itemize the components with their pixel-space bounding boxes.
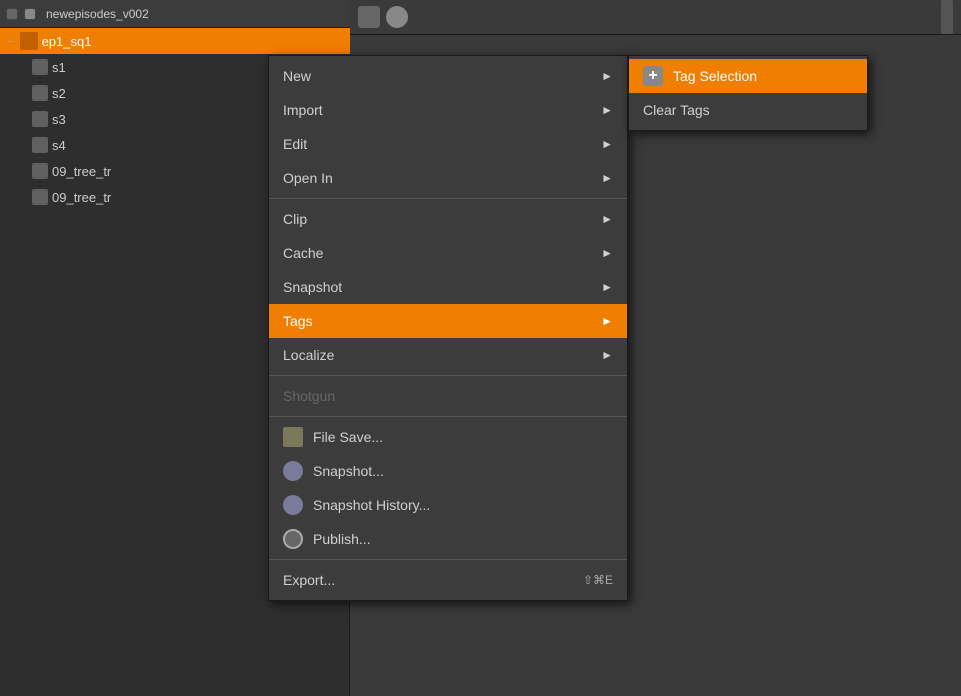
tree-item-label: s4 [52, 138, 66, 153]
item-icon [32, 59, 48, 75]
menu-arrow-import: ► [601, 103, 613, 117]
separator-1 [269, 198, 627, 199]
menu-item-openin-label: Open In [283, 170, 333, 186]
window-title: newepisodes_v002 [46, 7, 149, 21]
menu-arrow-openin: ► [601, 171, 613, 185]
snapshot-icon [283, 461, 303, 481]
scroll-indicator [941, 0, 953, 34]
menu-arrow-localize: ► [601, 348, 613, 362]
filesave-icon [283, 427, 303, 447]
menu-item-tags-label: Tags [283, 313, 313, 329]
window-icon [24, 8, 36, 20]
menu-arrow-edit: ► [601, 137, 613, 151]
title-bar: newepisodes_v002 [0, 0, 350, 28]
separator-4 [269, 559, 627, 560]
menu-item-snapshot2[interactable]: Snapshot... [269, 454, 627, 488]
menu-item-localize[interactable]: Localize ► [269, 338, 627, 372]
menu-arrow-cache: ► [601, 246, 613, 260]
menu-item-edit-label: Edit [283, 136, 307, 152]
menu-item-cache[interactable]: Cache ► [269, 236, 627, 270]
menu-arrow-snapshot: ► [601, 280, 613, 294]
menu-item-localize-label: Localize [283, 347, 334, 363]
separator-3 [269, 416, 627, 417]
item-icon [32, 189, 48, 205]
tree-item-label: ep1_sq1 [42, 34, 92, 49]
tree-item-label: 09_tree_tr [52, 164, 111, 179]
menu-item-filesave[interactable]: File Save... [269, 420, 627, 454]
menu-item-snapshot[interactable]: Snapshot ► [269, 270, 627, 304]
menu-item-publish-label: Publish... [313, 531, 371, 547]
menu-item-clip-label: Clip [283, 211, 307, 227]
tags-submenu: + Tag Selection Clear Tags [628, 55, 868, 131]
menu-item-clip[interactable]: Clip ► [269, 202, 627, 236]
menu-item-openin[interactable]: Open In ► [269, 161, 627, 195]
menu-item-shotgun: Shotgun [269, 379, 627, 413]
menu-item-import[interactable]: Import ► [269, 93, 627, 127]
menu-arrow-clip: ► [601, 212, 613, 226]
menu-arrow-tags: ► [601, 314, 613, 328]
menu-item-snapshothistory-label: Snapshot History... [313, 497, 430, 513]
tree-item-label: 09_tree_tr [52, 190, 111, 205]
right-panel-header [350, 0, 961, 35]
folder-icon [20, 32, 38, 50]
menu-item-snapshot-label: Snapshot [283, 279, 342, 295]
snapshothistory-icon [283, 495, 303, 515]
menu-item-edit[interactable]: Edit ► [269, 127, 627, 161]
tree-item-ep1sq1[interactable]: – ep1_sq1 [0, 28, 350, 54]
menu-item-export-label: Export... [283, 572, 335, 588]
separator-2 [269, 375, 627, 376]
item-icon [32, 85, 48, 101]
menu-item-snapshot2-label: Snapshot... [313, 463, 384, 479]
submenu-item-cleartags[interactable]: Clear Tags [629, 93, 867, 127]
expand-arrow: – [8, 36, 14, 47]
submenu-item-cleartags-label: Clear Tags [643, 102, 710, 118]
menu-item-cache-label: Cache [283, 245, 323, 261]
menu-item-filesave-label: File Save... [313, 429, 383, 445]
item-icon [32, 163, 48, 179]
panel-icon-2 [386, 6, 408, 28]
context-menu: New ► Import ► Edit ► Open In ► Clip ► C… [268, 55, 628, 601]
item-icon [32, 137, 48, 153]
panel-icon-1 [358, 6, 380, 28]
plus-icon: + [643, 66, 663, 86]
submenu-item-tagselection[interactable]: + Tag Selection [629, 59, 867, 93]
menu-item-shotgun-label: Shotgun [283, 388, 335, 404]
menu-item-new-label: New [283, 68, 311, 84]
tree-item-label: s3 [52, 112, 66, 127]
item-icon [32, 111, 48, 127]
menu-item-import-label: Import [283, 102, 323, 118]
menu-item-export[interactable]: Export... ⇧⌘E [269, 563, 627, 597]
publish-icon [283, 529, 303, 549]
menu-item-new[interactable]: New ► [269, 59, 627, 93]
window-minimize-btn[interactable] [6, 8, 18, 20]
submenu-item-tagselection-label: Tag Selection [673, 68, 757, 84]
menu-item-publish[interactable]: Publish... [269, 522, 627, 556]
tree-item-label: s2 [52, 86, 66, 101]
menu-item-snapshothistory[interactable]: Snapshot History... [269, 488, 627, 522]
tree-item-label: s1 [52, 60, 66, 75]
export-shortcut: ⇧⌘E [583, 573, 613, 587]
menu-arrow-new: ► [601, 69, 613, 83]
menu-item-tags[interactable]: Tags ► [269, 304, 627, 338]
